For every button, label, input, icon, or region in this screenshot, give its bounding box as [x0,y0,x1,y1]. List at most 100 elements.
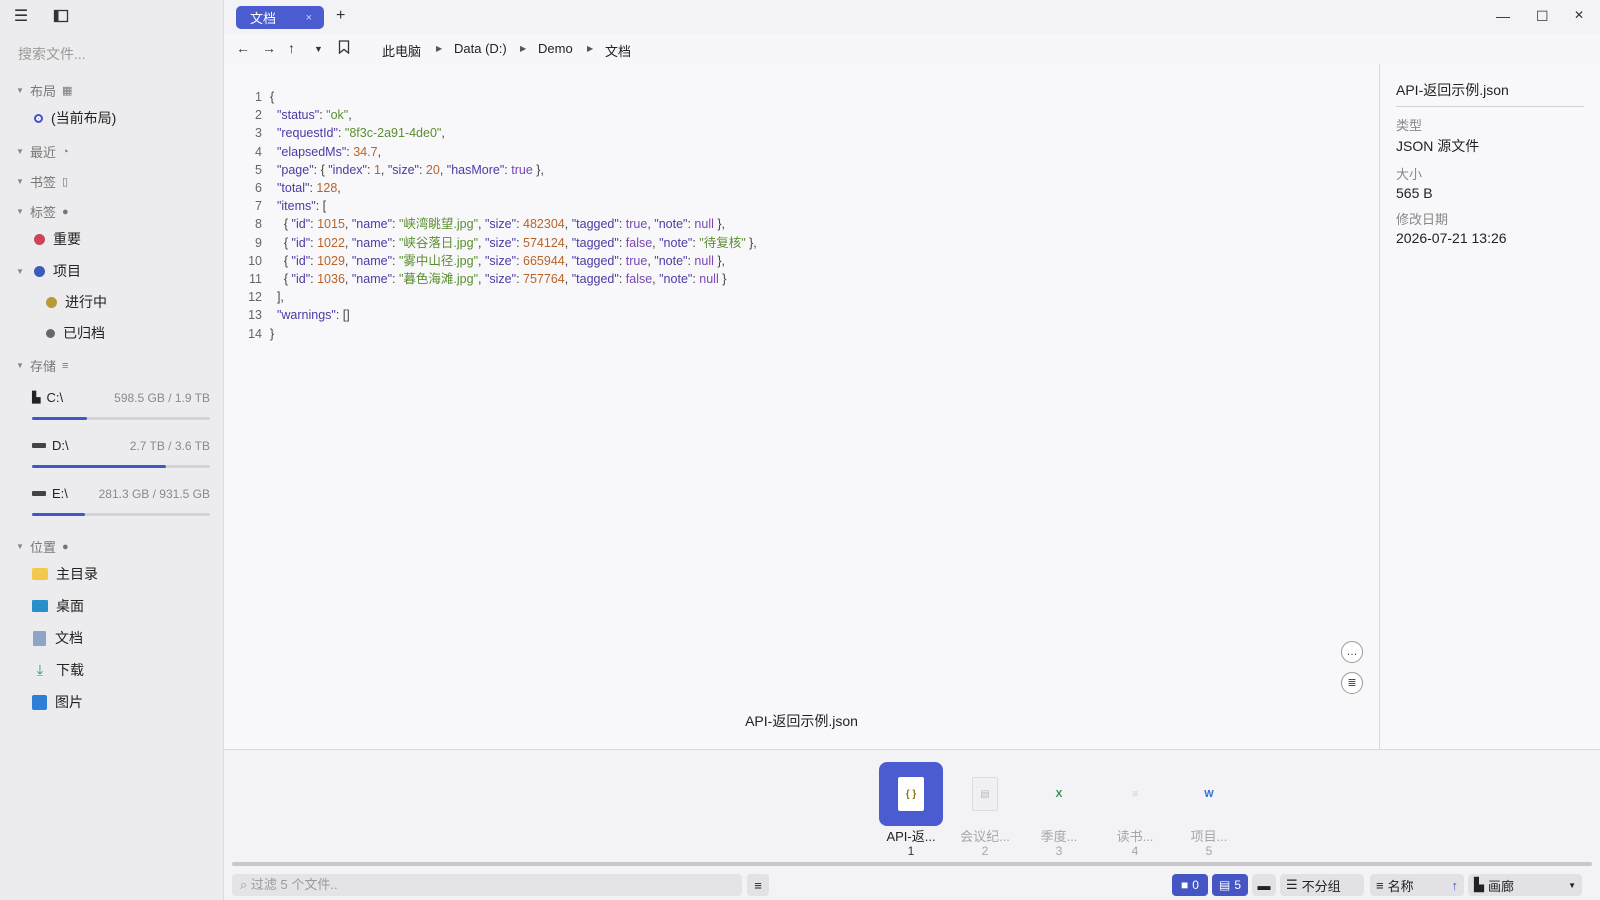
location-desktop[interactable]: 桌面 [32,596,84,616]
layout-current[interactable]: (当前布局) [34,108,116,128]
section-storage[interactable]: ▼ 存储 ≡ [16,356,68,375]
drive-usage-fill [32,513,86,516]
more-options-icon[interactable]: … [1341,641,1363,663]
tag-dot-icon [46,296,57,308]
thumbnail-frame: ≡ [1103,762,1167,826]
code-line: 3 "requestId": "8f3c-2a91-4de0", [246,124,757,142]
search-files-input[interactable]: 搜索文件... [18,44,208,64]
drive-d[interactable]: D:\ 2.7 TB / 3.6 TB [32,438,210,468]
filmstrip-scrollbar[interactable] [232,862,1592,866]
thumbnail-frame: ▤ [953,762,1017,826]
new-tab-button[interactable]: + [336,7,345,25]
thumbnail-project[interactable]: W 项目... 5 [1176,762,1242,858]
menu-icon: ≡ [754,877,762,893]
chevron-down-icon: ▼ [16,266,24,276]
excel-file-icon: X [1055,788,1063,800]
line-number: 1 [255,90,262,104]
sort-ascending-icon[interactable]: ↑ [1452,878,1459,893]
details-modified-value: 2026-07-21 13:26 [1396,230,1507,246]
group-by-button[interactable]: ☰ 不分组 [1280,874,1364,896]
line-number: 11 [249,272,262,287]
tag-archived[interactable]: 已归档 [46,323,105,343]
sidebar: ☰ 搜索文件... ▼ 布局 ▦ (当前布局) ▼ 最近 ◔ ▼ 书签 ▯ ▼ 标签 ● 重要 … [0,0,224,900]
status-bar: ⌕ 过滤 5 个文件.. ≡ ■ 0 ▤ 5 ▬ ☰ 不分组 ≡ 名称 ↑ ▙ 画廊 ▼ [224,870,1600,900]
breadcrumb-demo[interactable]: Demo [538,41,573,56]
drive-usage-fill [32,417,88,420]
section-tags[interactable]: ▼ 标签 ● [16,202,69,221]
breadcrumb-documents[interactable]: 文档 [605,41,631,60]
filter-toggle-button[interactable]: ▬ [1252,874,1276,896]
close-icon[interactable]: × [306,12,312,24]
sidebar-toggle-icon[interactable] [52,8,70,26]
tag-important[interactable]: 重要 [34,229,81,249]
view-mode-select[interactable]: ▙ 画廊 ▼ [1468,874,1582,896]
breadcrumb-data-drive[interactable]: Data (D:) [454,41,507,56]
up-arrow-icon[interactable]: ↑ [288,40,295,56]
download-icon: ⤓ [36,661,44,679]
chevron-right-icon: ▶ [520,44,527,53]
history-dropdown-icon[interactable]: ▼ [314,44,323,54]
code-text: ], [270,290,284,305]
code-line: 5 "page": { "index": 1, "size": 20, "has… [246,161,757,179]
line-number: 9 [255,235,262,250]
section-locations[interactable]: ▼ 位置 ● [16,537,69,556]
details-type-label: 类型 [1396,118,1423,133]
line-number: 3 [255,126,262,141]
line-number: 2 [255,108,262,123]
thumbnail-json[interactable]: { } API-返... 1 [878,762,944,858]
drive-e[interactable]: E:\ 281.3 GB / 931.5 GB [32,486,210,516]
sort-by-button[interactable]: ≡ 名称 ↑ [1370,874,1464,896]
code-line: 4 "elapsedMs": 34.7, [246,143,757,161]
location-home[interactable]: 主目录 [32,564,98,584]
chevron-down-icon: ▼ [16,86,24,95]
filter-options-button[interactable]: ≡ [747,874,769,896]
section-layout[interactable]: ▼ 布局 ▦ [16,81,72,100]
clock-icon: ◔ [62,145,69,158]
preview-filename: API-返回示例.json [745,713,858,729]
code-line: 2 "status": "ok", [246,106,757,124]
location-downloads[interactable]: ⤓ 下载 [32,660,84,680]
folder-count-badge[interactable]: ■ 0 [1172,874,1208,896]
location-documents[interactable]: 文档 [32,628,83,648]
chevron-right-icon: ▶ [587,44,594,53]
documents-icon [33,630,46,646]
hamburger-menu-icon[interactable]: ☰ [12,8,30,26]
details-panel-icon[interactable]: ≣ [1341,672,1363,694]
section-bookmarks[interactable]: ▼ 书签 ▯ [16,172,68,191]
window-close-icon[interactable]: ✕ [1574,8,1584,22]
code-line: 6 "total": 128, [246,179,757,197]
tab-documents[interactable]: 文档 × [236,6,324,29]
line-number: 14 [248,326,262,341]
thumbnail-frame: X [1027,762,1091,826]
file-icon: ▤ [1218,878,1231,892]
drive-c[interactable]: ▙ C:\ 598.5 GB / 1.9 TB [32,390,210,420]
code-line: 9 { "id": 1022, "name": "峡谷落日.jpg", "siz… [246,234,757,252]
tag-project[interactable]: ▼ 项目 [16,261,81,281]
code-line: 14} [246,325,757,343]
bookmark-toggle-icon[interactable] [338,40,350,57]
filter-input[interactable]: ⌕ 过滤 5 个文件.. [232,874,742,896]
breadcrumb-this-pc[interactable]: 此电脑 [382,41,421,60]
minimize-icon[interactable]: — [1496,8,1510,24]
thumbnail-reading[interactable]: ≡ 读书... 4 [1102,762,1168,858]
section-recent[interactable]: ▼ 最近 ◔ [16,142,69,161]
drive-usage-fill [32,465,166,468]
location-pictures[interactable]: 图片 [32,692,83,712]
line-number: 4 [255,144,262,159]
maximize-icon[interactable]: ☐ [1536,8,1549,25]
forward-arrow-icon[interactable]: → [262,40,276,56]
details-size-value: 565 B [1396,185,1433,201]
code-text: { "id": 1015, "name": "峡湾眺望.jpg", "size"… [270,217,726,232]
thumbnail-quarterly[interactable]: X 季度... 3 [1026,762,1092,858]
tag-in-progress[interactable]: 进行中 [46,292,107,312]
line-number: 5 [255,162,262,177]
sort-icon: ≡ [1376,877,1384,893]
thumbnail-meeting-notes[interactable]: ▤ 会议纪... 2 [952,762,1018,858]
filter-icon: ▬ [1257,877,1271,893]
code-text: { [270,90,275,104]
back-arrow-icon[interactable]: ← [236,40,250,56]
tag-dot-icon [34,233,45,245]
file-count-badge[interactable]: ▤ 5 [1212,874,1248,896]
filmstrip: { } API-返... 1 ▤ 会议纪... 2 X 季度... 3 ≡ 读书… [224,749,1600,866]
details-size-label: 大小 [1396,167,1423,182]
